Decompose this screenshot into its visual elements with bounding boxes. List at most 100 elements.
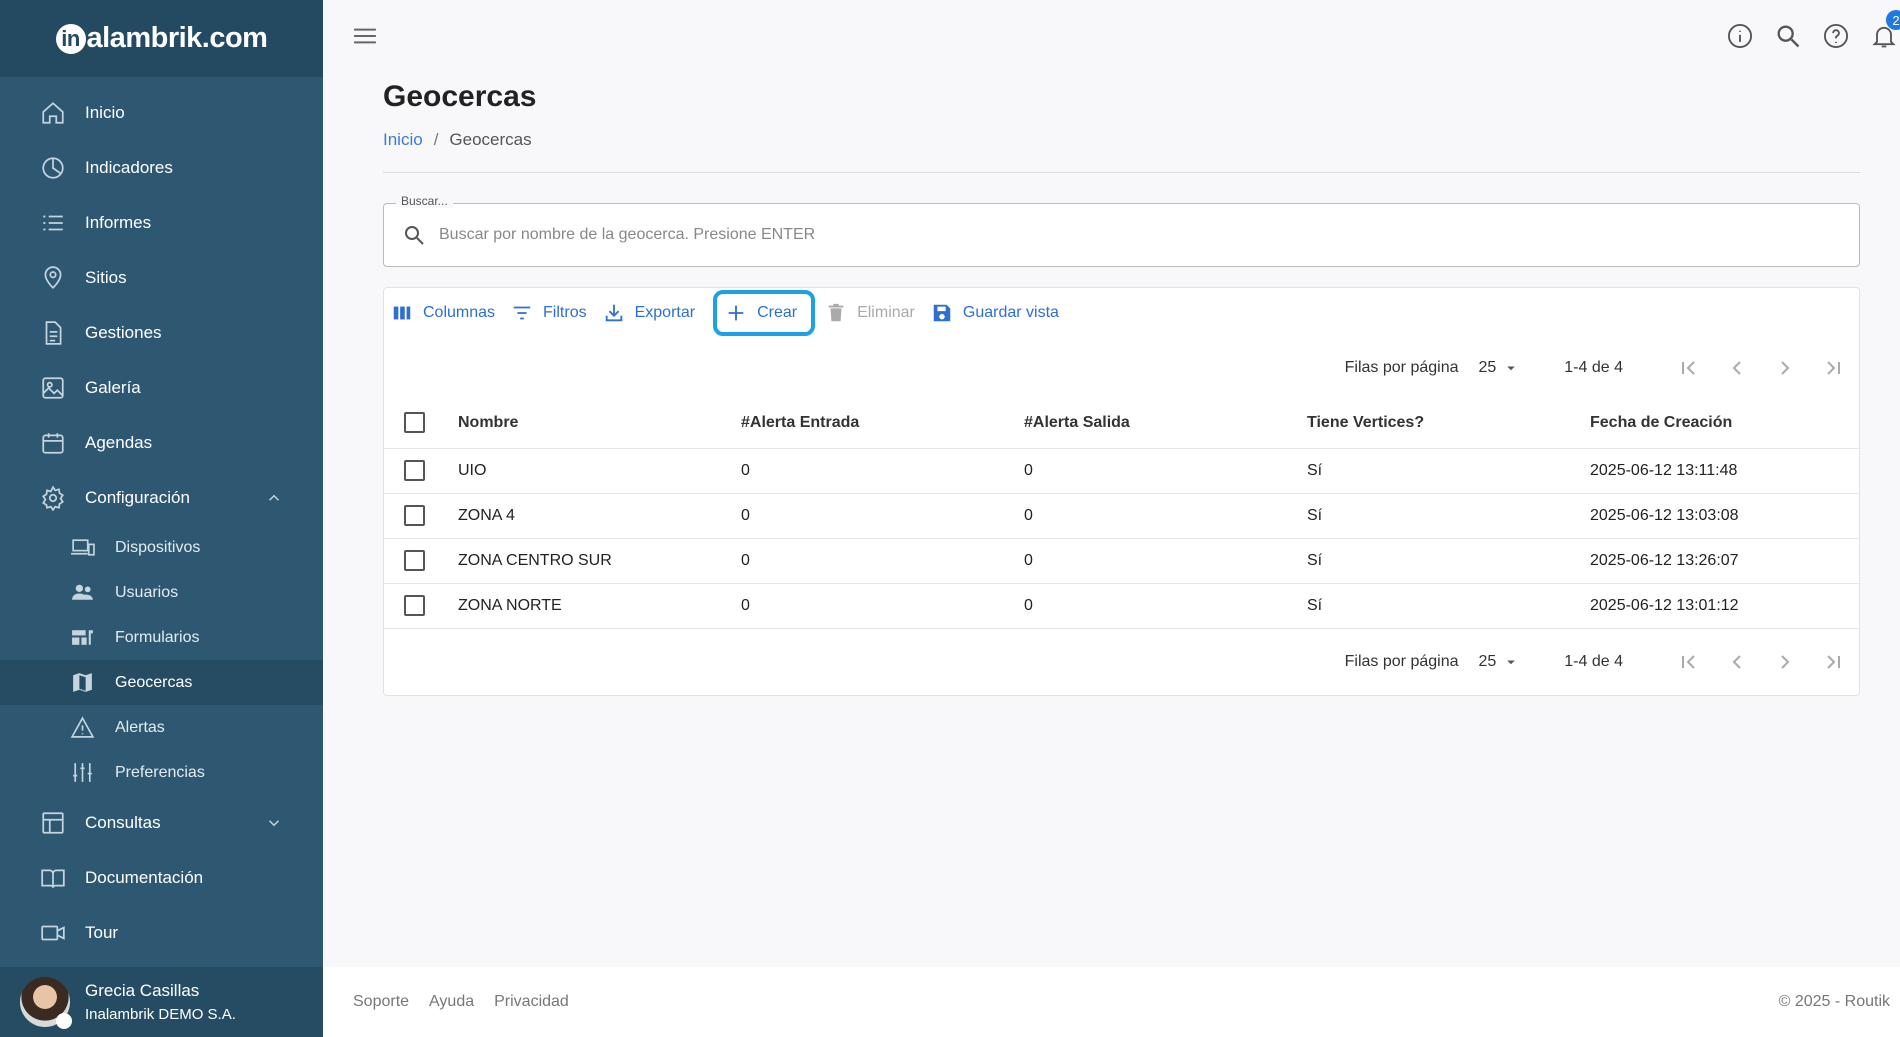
download-icon: [603, 302, 625, 324]
rows-per-page-label: Filas por página: [1344, 652, 1459, 670]
column-header-tiene-vertices[interactable]: Tiene Vertices?: [1307, 398, 1590, 449]
sidebar-item-tour[interactable]: Tour: [0, 905, 323, 960]
next-page-icon[interactable]: [1773, 356, 1797, 380]
footer-link-soporte[interactable]: Soporte: [353, 993, 409, 1011]
save-icon: [931, 302, 953, 324]
sidebar-subitem-formularios[interactable]: Formularios: [0, 615, 323, 660]
sidebar-subitem-preferencias[interactable]: Preferencias: [0, 750, 323, 795]
create-button[interactable]: Crear: [713, 290, 816, 336]
page-title: Geocercas: [383, 80, 537, 113]
sliders-icon: [70, 760, 95, 785]
top-bar: 2: [323, 0, 1900, 74]
prev-page-icon[interactable]: [1725, 650, 1749, 674]
breadcrumb-current: Geocercas: [449, 130, 532, 149]
sidebar-subitem-geocercas[interactable]: Geocercas: [0, 660, 323, 705]
user-name: Grecia Casillas: [85, 981, 200, 1000]
breadcrumb-home-link[interactable]: Inicio: [383, 130, 423, 150]
save-view-button[interactable]: Guardar vista: [931, 293, 1065, 333]
home-icon: [40, 100, 66, 126]
filter-icon: [511, 302, 533, 324]
row-select-cell: [384, 583, 458, 629]
prev-page-icon[interactable]: [1725, 356, 1749, 380]
first-page-icon[interactable]: [1677, 650, 1701, 674]
sidebar-item-agendas[interactable]: Agendas: [0, 415, 323, 470]
sidebar-item-inicio[interactable]: Inicio: [0, 85, 323, 140]
pagination-range: 1-4 de 4: [1564, 359, 1623, 376]
rows-per-page-select[interactable]: 25: [1478, 359, 1520, 377]
sidebar-item-consultas[interactable]: Consultas: [0, 795, 323, 850]
row-checkbox[interactable]: [404, 595, 425, 616]
delete-button[interactable]: Eliminar: [825, 293, 921, 333]
table-row[interactable]: ZONA CENTRO SUR 0 0 Sí 2025-06-12 13:26:…: [384, 538, 1859, 584]
calendar-icon: [40, 430, 66, 456]
sidebar-subitem-dispositivos[interactable]: Dispositivos: [0, 525, 323, 570]
first-page-icon[interactable]: [1677, 356, 1701, 380]
brand-logo[interactable]: in alambrik.com: [55, 22, 268, 55]
rows-per-page-value: 25: [1478, 652, 1497, 670]
pagination-bottom: Filas por página 25 1-4 de 4: [384, 629, 1859, 695]
export-label: Exportar: [634, 304, 696, 321]
hamburger-menu-icon[interactable]: [353, 26, 379, 48]
sidebar-item-label: Agendas: [85, 432, 153, 452]
row-checkbox[interactable]: [404, 505, 425, 526]
row-select-cell: [384, 448, 458, 494]
plus-icon: [725, 302, 747, 324]
sidebar-subitem-label: Dispositivos: [115, 538, 201, 556]
sidebar-item-label: Gestiones: [85, 322, 162, 342]
export-button[interactable]: Exportar: [603, 293, 701, 333]
form-icon: [70, 625, 95, 650]
search-field[interactable]: Buscar...: [383, 194, 1860, 267]
sidebar-item-configuracion[interactable]: Configuración: [0, 470, 323, 525]
cell-alerta-salida: 0: [1024, 538, 1307, 584]
sidebar-item-sitios[interactable]: Sitios: [0, 250, 323, 305]
search-icon[interactable]: [1774, 22, 1802, 50]
delete-label: Eliminar: [857, 304, 915, 321]
columns-label: Columnas: [423, 304, 496, 321]
next-page-icon[interactable]: [1773, 650, 1797, 674]
rows-per-page-select[interactable]: 25: [1478, 653, 1520, 671]
cell-fecha-creacion: 2025-06-12 13:26:07: [1590, 538, 1859, 584]
sidebar-item-gestiones[interactable]: Gestiones: [0, 305, 323, 360]
table-row[interactable]: ZONA 4 0 0 Sí 2025-06-12 13:03:08: [384, 493, 1859, 539]
column-header-nombre[interactable]: Nombre: [458, 398, 741, 449]
user-profile[interactable]: Grecia Casillas Inalambrik DEMO S.A.: [0, 967, 323, 1037]
cell-tiene-vertices: Sí: [1307, 538, 1590, 584]
last-page-icon[interactable]: [1821, 650, 1845, 674]
sidebar-subitem-usuarios[interactable]: Usuarios: [0, 570, 323, 615]
sidebar-item-galeria[interactable]: Galería: [0, 360, 323, 415]
footer-link-ayuda[interactable]: Ayuda: [429, 993, 474, 1011]
row-checkbox[interactable]: [404, 550, 425, 571]
cell-tiene-vertices: Sí: [1307, 493, 1590, 539]
sidebar-item-label: Informes: [85, 212, 152, 232]
column-header-alerta-entrada[interactable]: #Alerta Entrada: [741, 398, 1024, 449]
row-checkbox[interactable]: [404, 460, 425, 481]
select-all-checkbox[interactable]: [404, 412, 425, 434]
sidebar-item-label: Indicadores: [85, 157, 173, 177]
search-input[interactable]: [439, 226, 1739, 244]
sidebar-item-informes[interactable]: Informes: [0, 195, 323, 250]
footer-link-privacidad[interactable]: Privacidad: [494, 993, 569, 1011]
sidebar-subitem-label: Alertas: [115, 718, 165, 736]
filters-label: Filtros: [543, 304, 587, 321]
divider: [383, 172, 1860, 173]
bell-icon[interactable]: 2: [1870, 10, 1900, 50]
table-row[interactable]: UIO 0 0 Sí 2025-06-12 13:11:48: [384, 448, 1859, 494]
sidebar-item-label: Sitios: [85, 267, 127, 287]
help-icon[interactable]: [1822, 22, 1850, 50]
select-all-cell: [384, 398, 458, 449]
sidebar-item-indicadores[interactable]: Indicadores: [0, 140, 323, 195]
filters-button[interactable]: Filtros: [511, 293, 593, 333]
info-icon[interactable]: [1726, 22, 1754, 50]
copyright: © 2025 - Routik: [1778, 993, 1890, 1010]
last-page-icon[interactable]: [1821, 356, 1845, 380]
sidebar-item-documentacion[interactable]: Documentación: [0, 850, 323, 905]
table-header-row: Nombre #Alerta Entrada #Alerta Salida Ti…: [384, 398, 1859, 449]
sidebar-subitem-label: Geocercas: [115, 673, 193, 691]
columns-button[interactable]: Columnas: [391, 293, 501, 333]
cell-nombre: ZONA 4: [458, 493, 741, 539]
column-header-alerta-salida[interactable]: #Alerta Salida: [1024, 398, 1307, 449]
sidebar: in alambrik.com Inicio Indicadores Inform…: [0, 0, 323, 1037]
sidebar-subitem-alertas[interactable]: Alertas: [0, 705, 323, 750]
table-row[interactable]: ZONA NORTE 0 0 Sí 2025-06-12 13:01:12: [384, 583, 1859, 629]
column-header-fecha-creacion[interactable]: Fecha de Creación: [1590, 398, 1859, 449]
